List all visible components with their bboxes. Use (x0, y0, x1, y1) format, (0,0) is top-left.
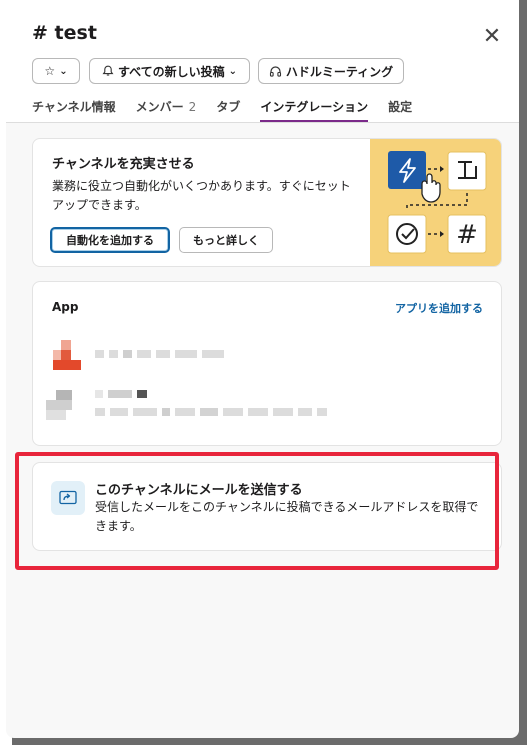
tab-integrations[interactable]: インテグレーション (260, 98, 368, 122)
huddle-button[interactable]: ハドルミーティング (258, 58, 404, 84)
star-icon: ☆ (44, 64, 56, 78)
channel-title: # test (32, 22, 97, 44)
add-app-link[interactable]: アプリを追加する (395, 300, 483, 316)
app-avatar (46, 390, 82, 420)
app-avatar (53, 340, 81, 370)
tab-tabs[interactable]: タブ (216, 98, 240, 122)
tab-members[interactable]: メンバー 2 (136, 98, 197, 122)
highlight-box (15, 452, 499, 570)
chevron-down-icon: ⌄ (59, 65, 68, 77)
tab-settings[interactable]: 設定 (388, 98, 412, 122)
app-name-redacted (95, 390, 147, 398)
notifications-label: すべての新しい投稿 (117, 64, 225, 79)
headphones-icon (269, 65, 281, 77)
learn-more-button[interactable]: もっと詳しく (179, 227, 273, 253)
app-description-redacted (95, 408, 327, 416)
close-icon[interactable]: ✕ (480, 25, 504, 49)
enrich-card-description: 業務に役立つ自動化がいくつかあります。すぐにセットアップできます。 (52, 179, 351, 212)
channel-details-modal: # test ✕ ☆ ⌄ すべての新しい投稿 ⌄ ハドルミーティング チャンネル… (6, 0, 519, 738)
apps-title: App (52, 300, 79, 314)
enrich-card-title: チャンネルを充実させる (52, 157, 195, 172)
huddle-label: ハドルミーティング (285, 64, 394, 79)
tab-bar: チャンネル情報 メンバー 2 タブ インテグレーション 設定 (32, 98, 432, 122)
notifications-button[interactable]: すべての新しい投稿 ⌄ (89, 58, 250, 84)
star-button[interactable]: ☆ ⌄ (32, 58, 80, 84)
app-name-redacted (95, 350, 224, 358)
tab-channel-info[interactable]: チャンネル情報 (32, 98, 116, 122)
automation-illustration: # (370, 139, 501, 266)
chevron-down-icon: ⌄ (228, 65, 238, 77)
svg-text:#: # (456, 220, 478, 250)
modal-header: # test ✕ ☆ ⌄ すべての新しい投稿 ⌄ ハドルミーティング チャンネル… (6, 0, 519, 123)
bell-icon (102, 65, 114, 76)
add-automation-button[interactable]: 自動化を追加する (50, 227, 170, 253)
enrich-channel-card: チャンネルを充実させる 業務に役立つ自動化がいくつかあります。すぐにセットアップ… (32, 138, 502, 267)
apps-card: App アプリを追加する (32, 281, 502, 446)
